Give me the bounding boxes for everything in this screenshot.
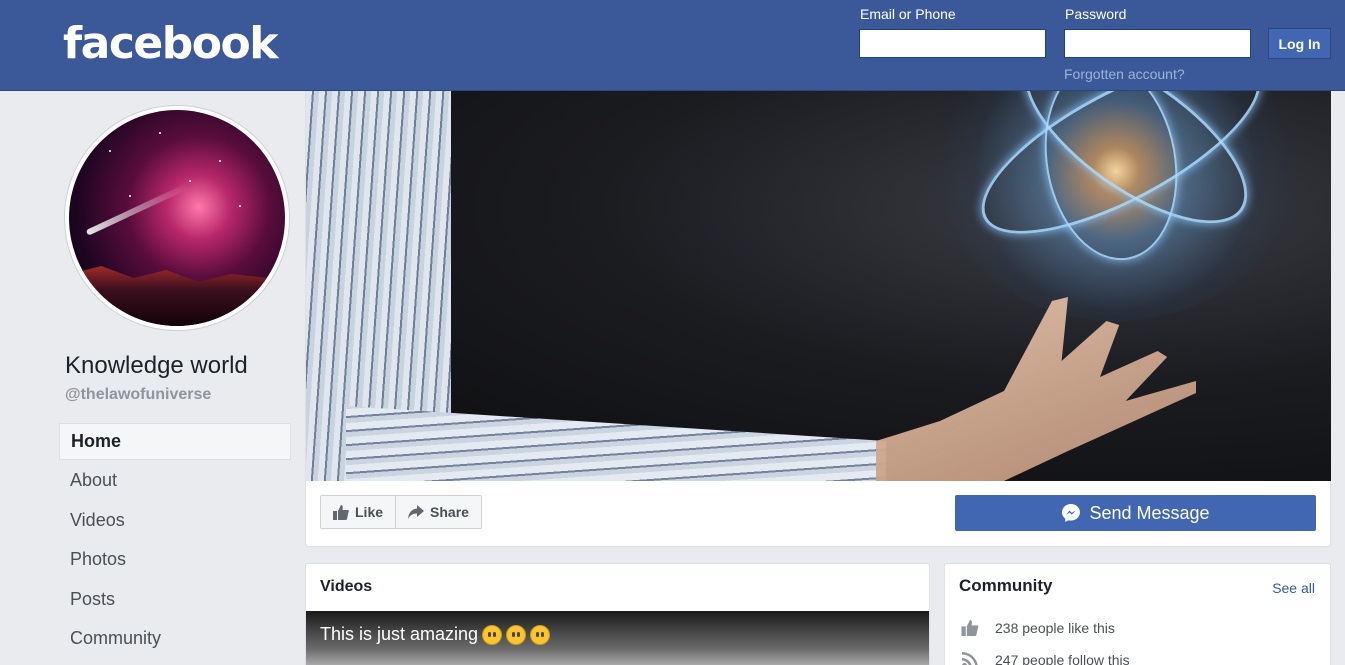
emoji-icon (506, 624, 527, 645)
share-button-label: Share (430, 504, 469, 520)
follows-count-text: 247 people follow this (995, 652, 1130, 665)
email-field[interactable] (859, 29, 1046, 58)
emoji-icon (482, 624, 503, 645)
community-card: Community See all 238 people like this 2… (944, 563, 1331, 665)
email-label: Email or Phone (860, 6, 956, 22)
likes-count-text: 238 people like this (995, 620, 1115, 636)
like-share-group: Like Share (320, 495, 482, 529)
password-label: Password (1065, 6, 1127, 22)
nav-item-posts[interactable]: Posts (59, 581, 291, 621)
rss-follow-icon (962, 652, 978, 665)
nav-item-about[interactable]: About (59, 462, 291, 502)
profile-picture[interactable] (64, 105, 290, 331)
share-arrow-icon (408, 505, 425, 519)
video-thumbnail[interactable]: This is just amazing (306, 611, 929, 665)
videos-card: Videos This is just amazing (305, 563, 930, 665)
like-button[interactable]: Like (321, 496, 396, 528)
see-all-link[interactable]: See all (1272, 580, 1315, 596)
page-username[interactable]: @thelawofuniverse (65, 386, 211, 404)
nav-item-photos[interactable]: Photos (59, 541, 291, 581)
emoji-icon (530, 624, 551, 645)
page-navigation: Home About Videos Photos Posts Community (59, 423, 291, 660)
login-button[interactable]: Log In (1268, 28, 1331, 59)
nav-item-community[interactable]: Community (59, 620, 291, 660)
facebook-logo[interactable]: facebook (63, 18, 278, 69)
messenger-icon (1062, 504, 1081, 522)
like-button-label: Like (355, 504, 384, 520)
cover-photo[interactable] (306, 91, 1331, 481)
cover-card: Like Share Send Message (305, 91, 1331, 547)
video-caption-text: This is just amazing (320, 624, 479, 644)
page-action-bar: Like Share Send Message (306, 481, 1331, 546)
password-field[interactable] (1064, 29, 1251, 58)
send-message-label: Send Message (1089, 502, 1210, 523)
profile-picture-image (69, 110, 285, 326)
forgotten-account-link[interactable]: Forgotten account? (1064, 66, 1185, 82)
thumbs-up-icon (333, 504, 349, 520)
share-button[interactable]: Share (395, 496, 481, 528)
community-row-follows: 247 people follow this (961, 652, 1130, 665)
send-message-button[interactable]: Send Message (955, 495, 1316, 531)
nav-item-videos[interactable]: Videos (59, 502, 291, 542)
nav-item-home[interactable]: Home (59, 423, 291, 460)
thumbs-up-icon (961, 620, 979, 636)
top-navigation-bar: facebook Email or Phone Password Log In … (0, 0, 1345, 91)
community-row-likes: 238 people like this (961, 620, 1115, 636)
videos-card-title[interactable]: Videos (320, 578, 372, 596)
page-title[interactable]: Knowledge world (65, 352, 248, 380)
community-card-title: Community (959, 576, 1053, 595)
video-caption: This is just amazing (320, 624, 551, 645)
